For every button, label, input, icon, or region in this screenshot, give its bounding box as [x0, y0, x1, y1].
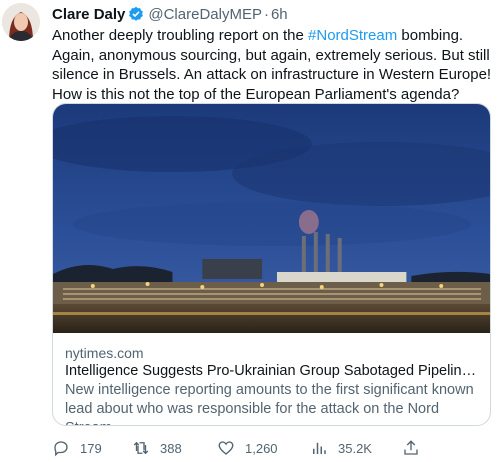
tweet-header: Clare Daly @ClareDalyMEP · 6h: [52, 4, 492, 24]
views-button[interactable]: 35.2K: [310, 436, 372, 460]
reply-button[interactable]: 179: [52, 436, 102, 460]
reply-icon: [54, 441, 68, 457]
reply-count: 179: [80, 440, 102, 456]
verified-badge-icon: [128, 6, 144, 22]
card-image: [53, 104, 490, 333]
card-meta: nytimes.com Intelligence Suggests Pro-Uk…: [53, 333, 490, 425]
retweet-button[interactable]: 388: [132, 436, 182, 460]
like-icon: [218, 441, 234, 455]
tweet-text-before: Another deeply troubling report on the: [52, 27, 309, 44]
timestamp[interactable]: 6h: [271, 6, 288, 23]
author-handle[interactable]: @ClareDalyMEP: [148, 6, 262, 23]
tweet-content: Clare Daly @ClareDalyMEP · 6h Another de…: [52, 4, 492, 104]
share-icon: [404, 440, 418, 455]
avatar[interactable]: [2, 3, 40, 41]
retweet-icon: [133, 441, 149, 455]
card-title: Intelligence Suggests Pro-Ukrainian Grou…: [65, 363, 478, 379]
card-domain: nytimes.com: [65, 345, 144, 361]
hashtag-link[interactable]: #NordStream: [308, 27, 397, 44]
tweet-text: Another deeply troubling report on the #…: [52, 26, 492, 104]
link-card[interactable]: nytimes.com Intelligence Suggests Pro-Uk…: [52, 103, 491, 426]
separator-dot: ·: [263, 5, 269, 23]
author-name[interactable]: Clare Daly: [52, 6, 125, 23]
card-description: New intelligence reporting amounts to th…: [65, 382, 474, 425]
share-button[interactable]: [402, 436, 430, 460]
views-count: 35.2K: [338, 440, 372, 456]
tweet-actions: 179 388 1,260 35.2K: [52, 436, 492, 460]
views-icon: [313, 442, 326, 454]
retweet-count: 388: [160, 440, 182, 456]
like-count: 1,260: [245, 440, 278, 456]
like-button[interactable]: 1,260: [217, 436, 278, 460]
